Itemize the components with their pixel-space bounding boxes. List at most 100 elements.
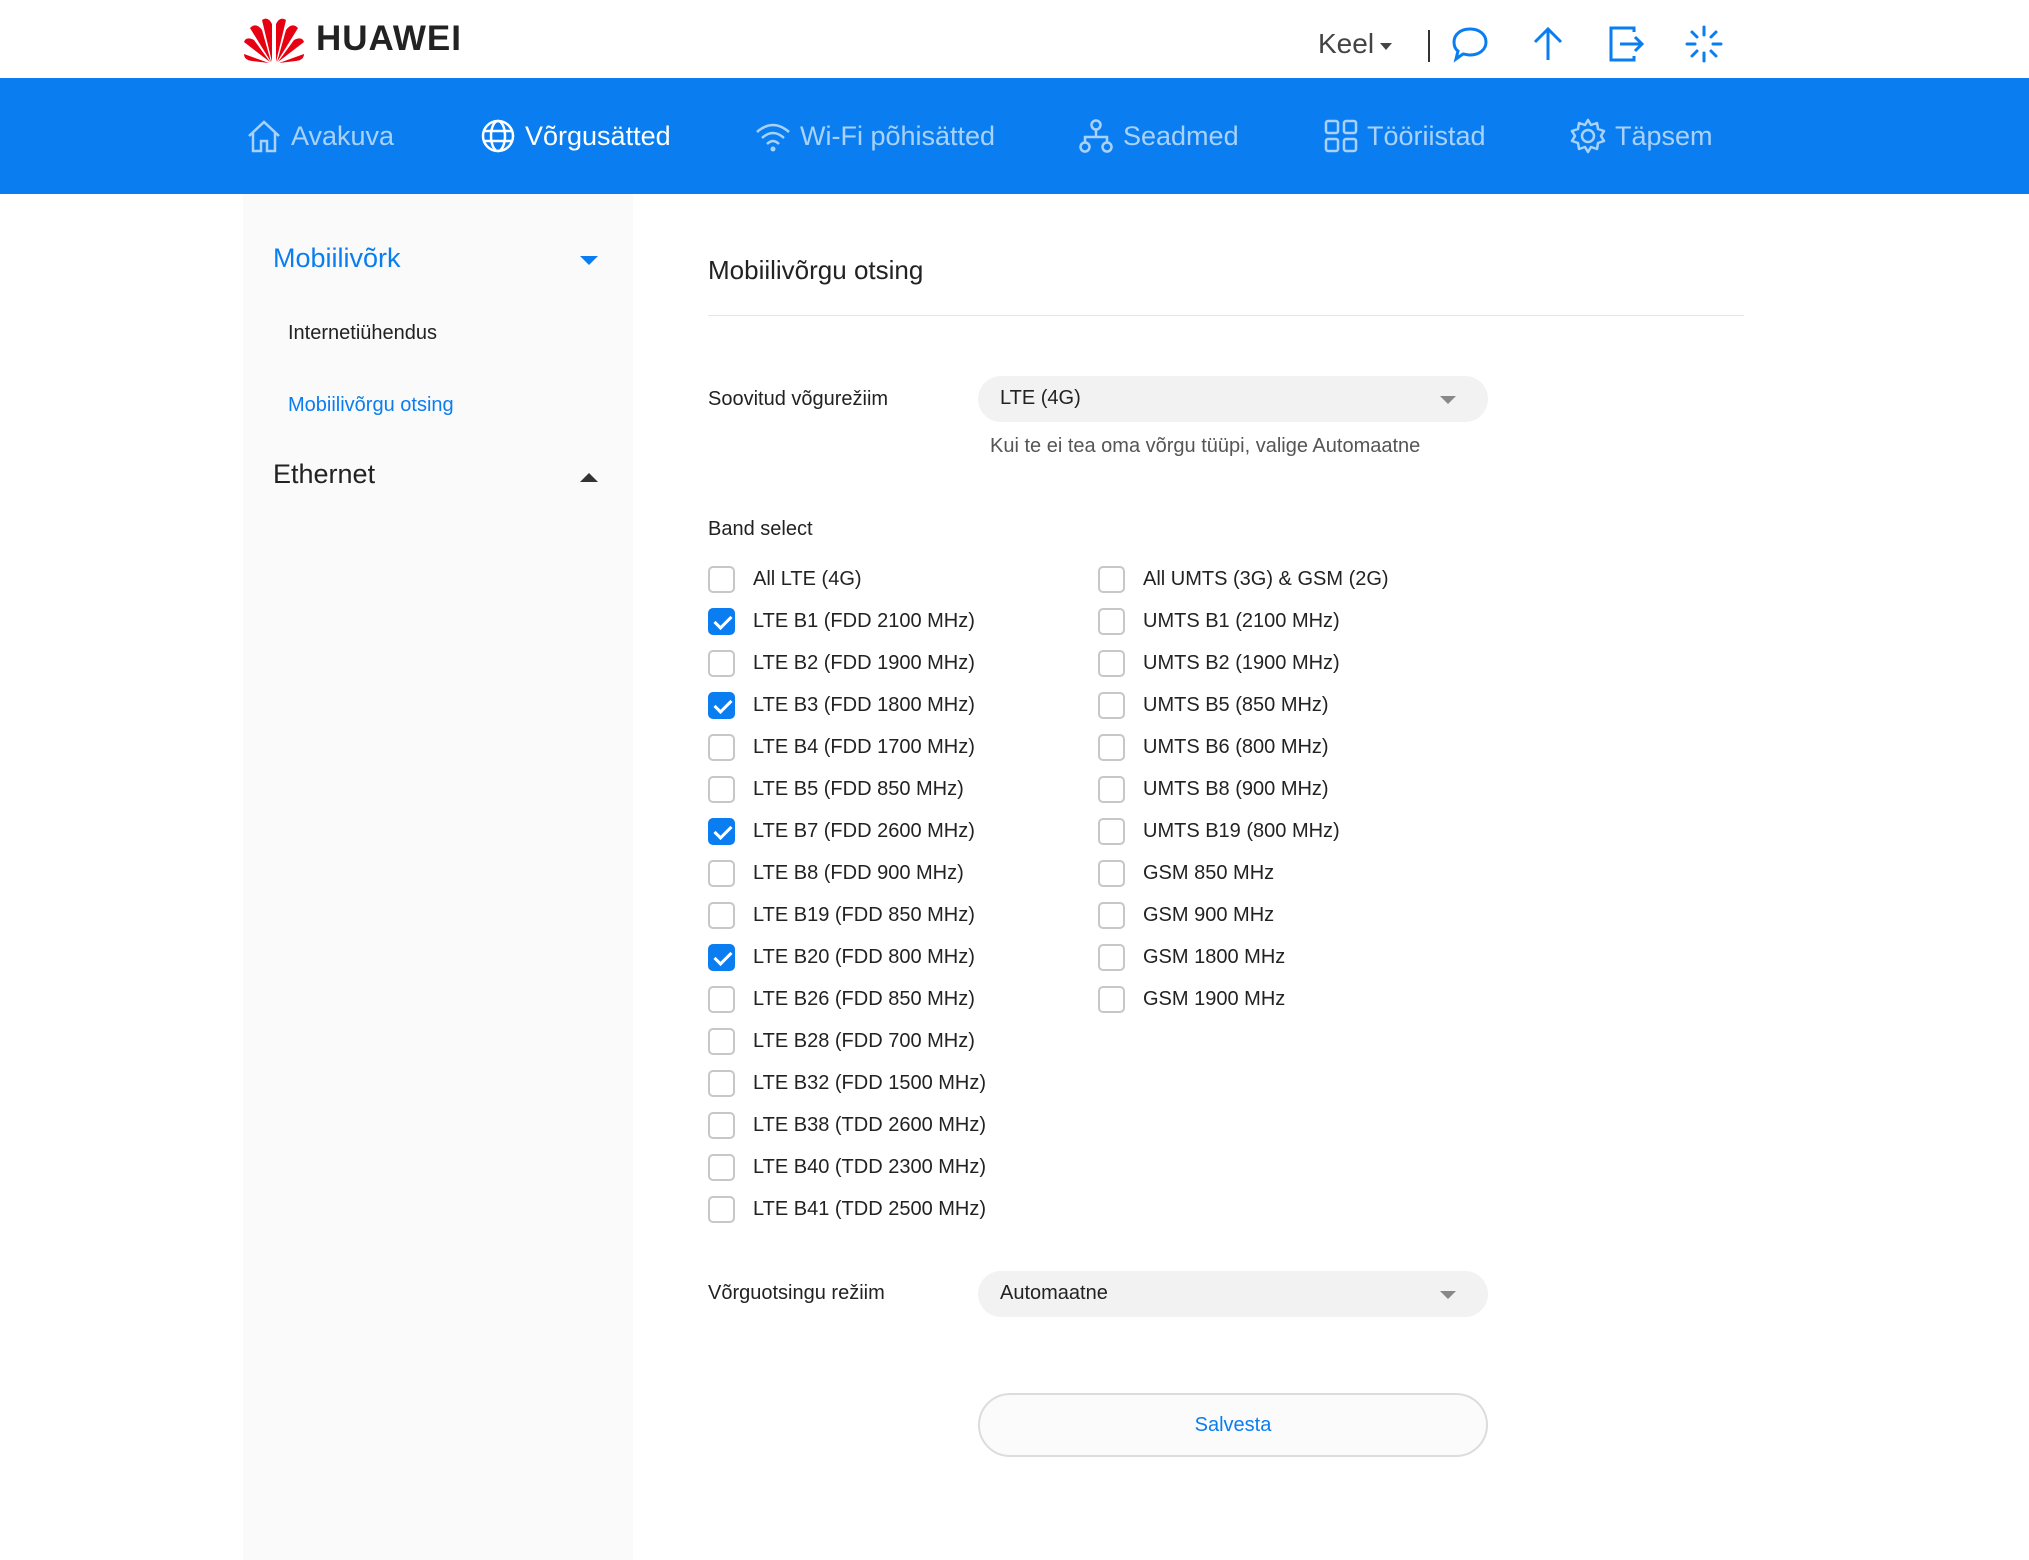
- caret-down-icon: [1440, 396, 1456, 404]
- checkbox-unchecked[interactable]: [708, 1112, 735, 1139]
- band-checkbox-row[interactable]: All LTE (4G): [708, 566, 862, 593]
- checkbox-unchecked[interactable]: [708, 776, 735, 803]
- nav-item-label: Seadmed: [1123, 120, 1239, 151]
- band-checkbox-row[interactable]: LTE B8 (FDD 900 MHz): [708, 860, 964, 887]
- band-checkbox-row[interactable]: GSM 1900 MHz: [1098, 986, 1285, 1013]
- checkbox-unchecked[interactable]: [1098, 818, 1125, 845]
- nav-item-tools[interactable]: Tööriistad: [1323, 78, 1486, 194]
- preferred-mode-label: Soovitud võgurežiim: [708, 388, 889, 410]
- band-checkbox-row[interactable]: LTE B5 (FDD 850 MHz): [708, 776, 964, 803]
- nav-item-label: Tööriistad: [1367, 120, 1486, 151]
- search-mode-select[interactable]: Automaatne: [978, 1271, 1488, 1317]
- band-checkbox-row[interactable]: LTE B28 (FDD 700 MHz): [708, 1028, 975, 1055]
- band-label: LTE B41 (TDD 2500 MHz): [753, 1198, 987, 1220]
- band-checkbox-row[interactable]: UMTS B8 (900 MHz): [1098, 776, 1329, 803]
- band-checkbox-row[interactable]: LTE B19 (FDD 850 MHz): [708, 902, 975, 929]
- nav-item-wifi[interactable]: Wi-Fi põhisätted: [754, 78, 995, 194]
- checkbox-unchecked[interactable]: [708, 1028, 735, 1055]
- nav-item-label: Täpsem: [1615, 120, 1713, 151]
- band-checkbox-row[interactable]: LTE B41 (TDD 2500 MHz): [708, 1196, 986, 1223]
- band-checkbox-row[interactable]: UMTS B2 (1900 MHz): [1098, 650, 1340, 677]
- checkbox-unchecked[interactable]: [708, 650, 735, 677]
- band-checkbox-row[interactable]: GSM 1800 MHz: [1098, 944, 1285, 971]
- sidebar-item-mobile-network-search[interactable]: Mobiilivõrgu otsing: [288, 394, 454, 417]
- band-label: LTE B20 (FDD 800 MHz): [753, 946, 975, 968]
- language-dropdown[interactable]: Keel: [1318, 28, 1393, 60]
- sidebar-section-ethernet[interactable]: Ethernet: [273, 459, 375, 490]
- logout-icon[interactable]: [1606, 24, 1646, 64]
- band-label: GSM 900 MHz: [1143, 904, 1275, 926]
- band-label: UMTS B8 (900 MHz): [1143, 778, 1329, 800]
- nav-item-devices[interactable]: Seadmed: [1077, 78, 1239, 194]
- checkbox-unchecked[interactable]: [1098, 902, 1125, 929]
- band-checkbox-row[interactable]: LTE B20 (FDD 800 MHz): [708, 944, 975, 971]
- checkbox-unchecked[interactable]: [1098, 860, 1125, 887]
- upload-icon[interactable]: [1528, 24, 1568, 64]
- band-label: UMTS B19 (800 MHz): [1143, 820, 1340, 842]
- preferred-mode-select[interactable]: LTE (4G): [978, 376, 1488, 422]
- band-checkbox-row[interactable]: All UMTS (3G) & GSM (2G): [1098, 566, 1389, 593]
- checkbox-unchecked[interactable]: [708, 902, 735, 929]
- checkbox-unchecked[interactable]: [708, 1196, 735, 1223]
- band-label: LTE B4 (FDD 1700 MHz): [753, 736, 975, 758]
- save-button[interactable]: Salvesta: [978, 1393, 1488, 1457]
- band-checkbox-row[interactable]: UMTS B5 (850 MHz): [1098, 692, 1329, 719]
- huawei-logo[interactable]: HUAWEI: [242, 14, 462, 64]
- band-checkbox-row[interactable]: LTE B40 (TDD 2300 MHz): [708, 1154, 986, 1181]
- caret-down-icon: [1440, 1291, 1456, 1299]
- checkbox-unchecked[interactable]: [708, 566, 735, 593]
- search-mode-value: Automaatne: [1000, 1282, 1108, 1304]
- band-checkbox-row[interactable]: LTE B7 (FDD 2600 MHz): [708, 818, 975, 845]
- top-bar: HUAWEI Keel: [0, 0, 2029, 80]
- band-label: GSM 1900 MHz: [1143, 988, 1286, 1010]
- caret-down-icon: [1380, 42, 1393, 50]
- sidebar-item-internet-connection[interactable]: Internetiühendus: [288, 322, 437, 345]
- nav-item-advanced[interactable]: Täpsem: [1569, 78, 1713, 194]
- checkbox-unchecked[interactable]: [1098, 692, 1125, 719]
- band-checkbox-row[interactable]: LTE B2 (FDD 1900 MHz): [708, 650, 975, 677]
- sidebar: Mobiilivõrk Internetiühendus Mobiilivõrg…: [243, 194, 633, 1560]
- checkbox-unchecked[interactable]: [1098, 986, 1125, 1013]
- checkbox-unchecked[interactable]: [1098, 776, 1125, 803]
- sidebar-section-mobile-network[interactable]: Mobiilivõrk: [273, 243, 401, 274]
- caret-up-icon[interactable]: [580, 473, 598, 482]
- checkbox-checked[interactable]: [708, 944, 735, 971]
- band-label: LTE B40 (TDD 2300 MHz): [753, 1156, 987, 1178]
- checkbox-unchecked[interactable]: [708, 860, 735, 887]
- band-label: GSM 850 MHz: [1143, 862, 1275, 884]
- nav-item-network-settings[interactable]: Võrgusätted: [479, 78, 671, 194]
- band-checkbox-row[interactable]: LTE B4 (FDD 1700 MHz): [708, 734, 975, 761]
- band-checkbox-row[interactable]: UMTS B6 (800 MHz): [1098, 734, 1329, 761]
- checkbox-unchecked[interactable]: [1098, 566, 1125, 593]
- checkbox-checked[interactable]: [708, 608, 735, 635]
- band-checkbox-row[interactable]: GSM 900 MHz: [1098, 902, 1274, 929]
- checkbox-unchecked[interactable]: [708, 1154, 735, 1181]
- band-checkbox-row[interactable]: LTE B32 (FDD 1500 MHz): [708, 1070, 986, 1097]
- band-label: LTE B19 (FDD 850 MHz): [753, 904, 975, 926]
- checkbox-unchecked[interactable]: [708, 986, 735, 1013]
- band-checkbox-row[interactable]: LTE B1 (FDD 2100 MHz): [708, 608, 975, 635]
- band-checkbox-row[interactable]: GSM 850 MHz: [1098, 860, 1274, 887]
- search-mode-label: Võrguotsingu režiim: [708, 1282, 885, 1304]
- checkbox-checked[interactable]: [708, 818, 735, 845]
- caret-down-icon[interactable]: [580, 256, 598, 265]
- loading-icon: [1685, 25, 1723, 63]
- checkbox-unchecked[interactable]: [1098, 734, 1125, 761]
- checkbox-unchecked[interactable]: [1098, 650, 1125, 677]
- band-label: LTE B3 (FDD 1800 MHz): [753, 694, 975, 716]
- band-label: LTE B38 (TDD 2600 MHz): [753, 1114, 987, 1136]
- checkbox-unchecked[interactable]: [1098, 608, 1125, 635]
- band-label: LTE B28 (FDD 700 MHz): [753, 1030, 975, 1052]
- band-checkbox-row[interactable]: LTE B38 (TDD 2600 MHz): [708, 1112, 986, 1139]
- checkbox-checked[interactable]: [708, 692, 735, 719]
- band-checkbox-row[interactable]: LTE B26 (FDD 850 MHz): [708, 986, 975, 1013]
- band-checkbox-row[interactable]: LTE B3 (FDD 1800 MHz): [708, 692, 975, 719]
- checkbox-unchecked[interactable]: [708, 1070, 735, 1097]
- checkbox-unchecked[interactable]: [1098, 944, 1125, 971]
- checkbox-unchecked[interactable]: [708, 734, 735, 761]
- nav-item-home[interactable]: Avakuva: [245, 78, 394, 194]
- band-checkbox-row[interactable]: UMTS B19 (800 MHz): [1098, 818, 1340, 845]
- band-label: LTE B2 (FDD 1900 MHz): [753, 652, 975, 674]
- band-checkbox-row[interactable]: UMTS B1 (2100 MHz): [1098, 608, 1340, 635]
- chat-icon[interactable]: [1450, 24, 1490, 64]
